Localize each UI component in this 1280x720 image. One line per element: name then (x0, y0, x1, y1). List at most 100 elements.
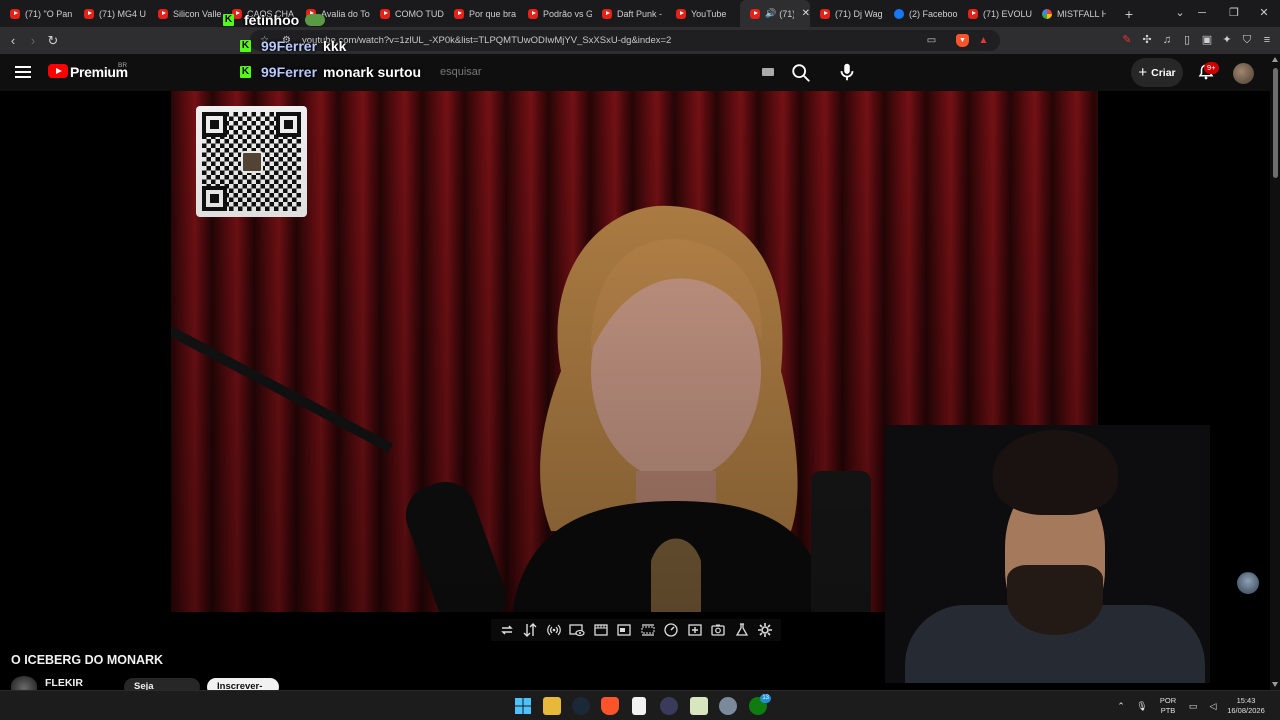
browser-tab[interactable]: Silicon Valle (148, 0, 222, 27)
maximize-button[interactable]: ❐ (1218, 0, 1250, 27)
youtube-logo-icon[interactable] (48, 64, 68, 78)
vpn-icon[interactable]: ⛉ (1240, 33, 1254, 47)
scrollbar-thumb[interactable] (1273, 68, 1278, 178)
menu-icon[interactable]: ≡ (1260, 33, 1274, 47)
forward-button[interactable]: › (23, 27, 43, 54)
browser-tab[interactable]: (71) EVOLU (958, 0, 1032, 27)
address-bar[interactable]: ☆ ⚙ youtube.com/watch?v=1zlUL_-XP0k&list… (250, 30, 1000, 51)
calendar-icon[interactable] (690, 697, 708, 715)
loop-icon[interactable] (499, 622, 515, 638)
windows-start-icon[interactable] (514, 697, 532, 715)
browser-tab[interactable]: MISTFALL H (1032, 0, 1106, 27)
windows-taskbar: 13 ⌃ 🎙 POR PTB ▭ ◁ 15:43 16/08/2026 (0, 690, 1280, 720)
minimize-button[interactable]: ─ (1186, 0, 1218, 27)
tab-label: (71) "O Pan (25, 8, 73, 19)
wallet-icon[interactable]: ▣ (1200, 33, 1214, 47)
tab-label: (71) EVOLU (983, 8, 1032, 19)
add-frame-icon[interactable] (687, 622, 703, 638)
back-button[interactable]: ‹ (3, 27, 23, 54)
account-avatar[interactable] (1233, 63, 1254, 84)
steam-icon[interactable] (572, 697, 590, 715)
language-code: POR (1159, 696, 1177, 705)
browser-tab[interactable]: (71) Dj Wag (810, 0, 884, 27)
brave-rewards-icon[interactable]: ▲ (977, 34, 990, 47)
clock[interactable]: 15:43 16/08/2026 (1222, 691, 1270, 720)
country-code: BR (118, 62, 128, 69)
brave-icon[interactable] (601, 697, 619, 715)
browser-tab[interactable]: (2) Faceboo (884, 0, 958, 27)
leo-icon[interactable]: ✦ (1220, 33, 1234, 47)
brave-shields-icon[interactable]: ▼ (956, 34, 969, 47)
sidebar-icon[interactable]: ▯ (1180, 33, 1194, 47)
frames-icon[interactable] (640, 622, 656, 638)
clock-time: 15:43 (1236, 696, 1256, 705)
tab-audio-icon[interactable]: 🔊 (765, 8, 776, 19)
microphone-icon[interactable] (836, 61, 858, 83)
browser-tab[interactable]: (71) "O Pan (0, 0, 74, 27)
eye-icon[interactable] (569, 622, 585, 638)
plus-icon: + (1138, 64, 1148, 81)
tab-list: (71) "O Pan (71) MG4 U Silicon Valle CAOS C… (0, 0, 1106, 27)
cast-icon[interactable]: ▭ (925, 34, 938, 47)
browser-tab[interactable]: YouTube (666, 0, 740, 27)
keyboard-icon[interactable] (762, 68, 774, 76)
app-icon[interactable] (660, 697, 678, 715)
browser-tab-strip: (71) "O Pan (71) MG4 U Silicon Valle CAOS C… (0, 0, 1280, 27)
browser-tab[interactable]: 🔊(71) ✕ (740, 0, 810, 27)
crop-icon[interactable] (616, 622, 632, 638)
file-explorer-icon[interactable] (543, 697, 561, 715)
youtube-icon (676, 8, 686, 19)
youtube-icon (820, 8, 830, 19)
tab-label: Avalia do To (321, 8, 370, 19)
youtube-icon (10, 8, 20, 19)
search-input[interactable]: esquisar (440, 58, 780, 86)
search-icon[interactable] (790, 62, 812, 84)
browser-tab[interactable]: Por que bra (444, 0, 518, 27)
tab-label: YouTube (691, 8, 727, 19)
video-title: O ICEBERG DO MONARK (11, 653, 164, 667)
extension-icon[interactable]: ✎ (1120, 33, 1134, 47)
music-icon[interactable]: ♫ (1160, 33, 1174, 47)
film-icon[interactable] (593, 622, 609, 638)
tray-mic-icon[interactable]: 🎙 (1135, 691, 1149, 720)
tab-label: (71) Dj Wag (835, 8, 883, 19)
new-tab-button[interactable]: + (1116, 6, 1142, 22)
kick-icon: K (240, 66, 251, 78)
search-placeholder: esquisar (440, 66, 482, 78)
camera-icon[interactable] (710, 622, 726, 638)
hamburger-menu-icon[interactable] (15, 66, 31, 78)
create-button[interactable]: + Criar (1131, 58, 1183, 87)
streamer-webcam (885, 425, 1210, 683)
channel-name[interactable]: FLEKIR (45, 677, 83, 689)
page-scrollbar[interactable] (1270, 54, 1280, 690)
tab-label: Daft Punk - (617, 8, 663, 19)
youtube-header: Premium BR esquisar + Criar 9+ (0, 54, 1270, 91)
speed-icon[interactable] (663, 622, 679, 638)
browser-tab[interactable]: COMO TUD (370, 0, 444, 27)
flask-icon[interactable] (734, 622, 750, 638)
browser-tab[interactable]: (71) MG4 U (74, 0, 148, 27)
settings-icon[interactable] (719, 697, 737, 715)
tab-label: Por que bra (469, 8, 517, 19)
tab-label: MISTFALL H (1057, 8, 1106, 19)
browser-tab[interactable]: Daft Punk - (592, 0, 666, 27)
reload-button[interactable]: ↻ (43, 27, 63, 54)
tray-overflow-icon[interactable]: ⌃ (1114, 691, 1128, 720)
xbox-icon[interactable]: 13 (749, 694, 771, 715)
puzzle-icon[interactable]: ✣ (1140, 33, 1154, 47)
youtube-icon (380, 8, 390, 19)
audio-wave-icon[interactable] (546, 622, 562, 638)
sort-icon[interactable] (522, 622, 538, 638)
volume-icon[interactable]: ◁ (1206, 691, 1220, 720)
gear-icon[interactable] (757, 622, 773, 638)
floating-avatar[interactable] (1237, 572, 1259, 594)
scroll-up-icon[interactable] (1272, 57, 1278, 62)
input-language[interactable]: POR PTB (1155, 691, 1181, 720)
browser-tab[interactable]: Podrão vs G (518, 0, 592, 27)
close-tab-icon[interactable]: ✕ (802, 8, 810, 19)
close-window-button[interactable]: ✕ (1248, 0, 1280, 27)
network-icon[interactable]: ▭ (1186, 691, 1200, 720)
scroll-down-icon[interactable] (1272, 682, 1278, 687)
youtube-icon (968, 8, 978, 19)
notepad-icon[interactable] (632, 697, 646, 715)
